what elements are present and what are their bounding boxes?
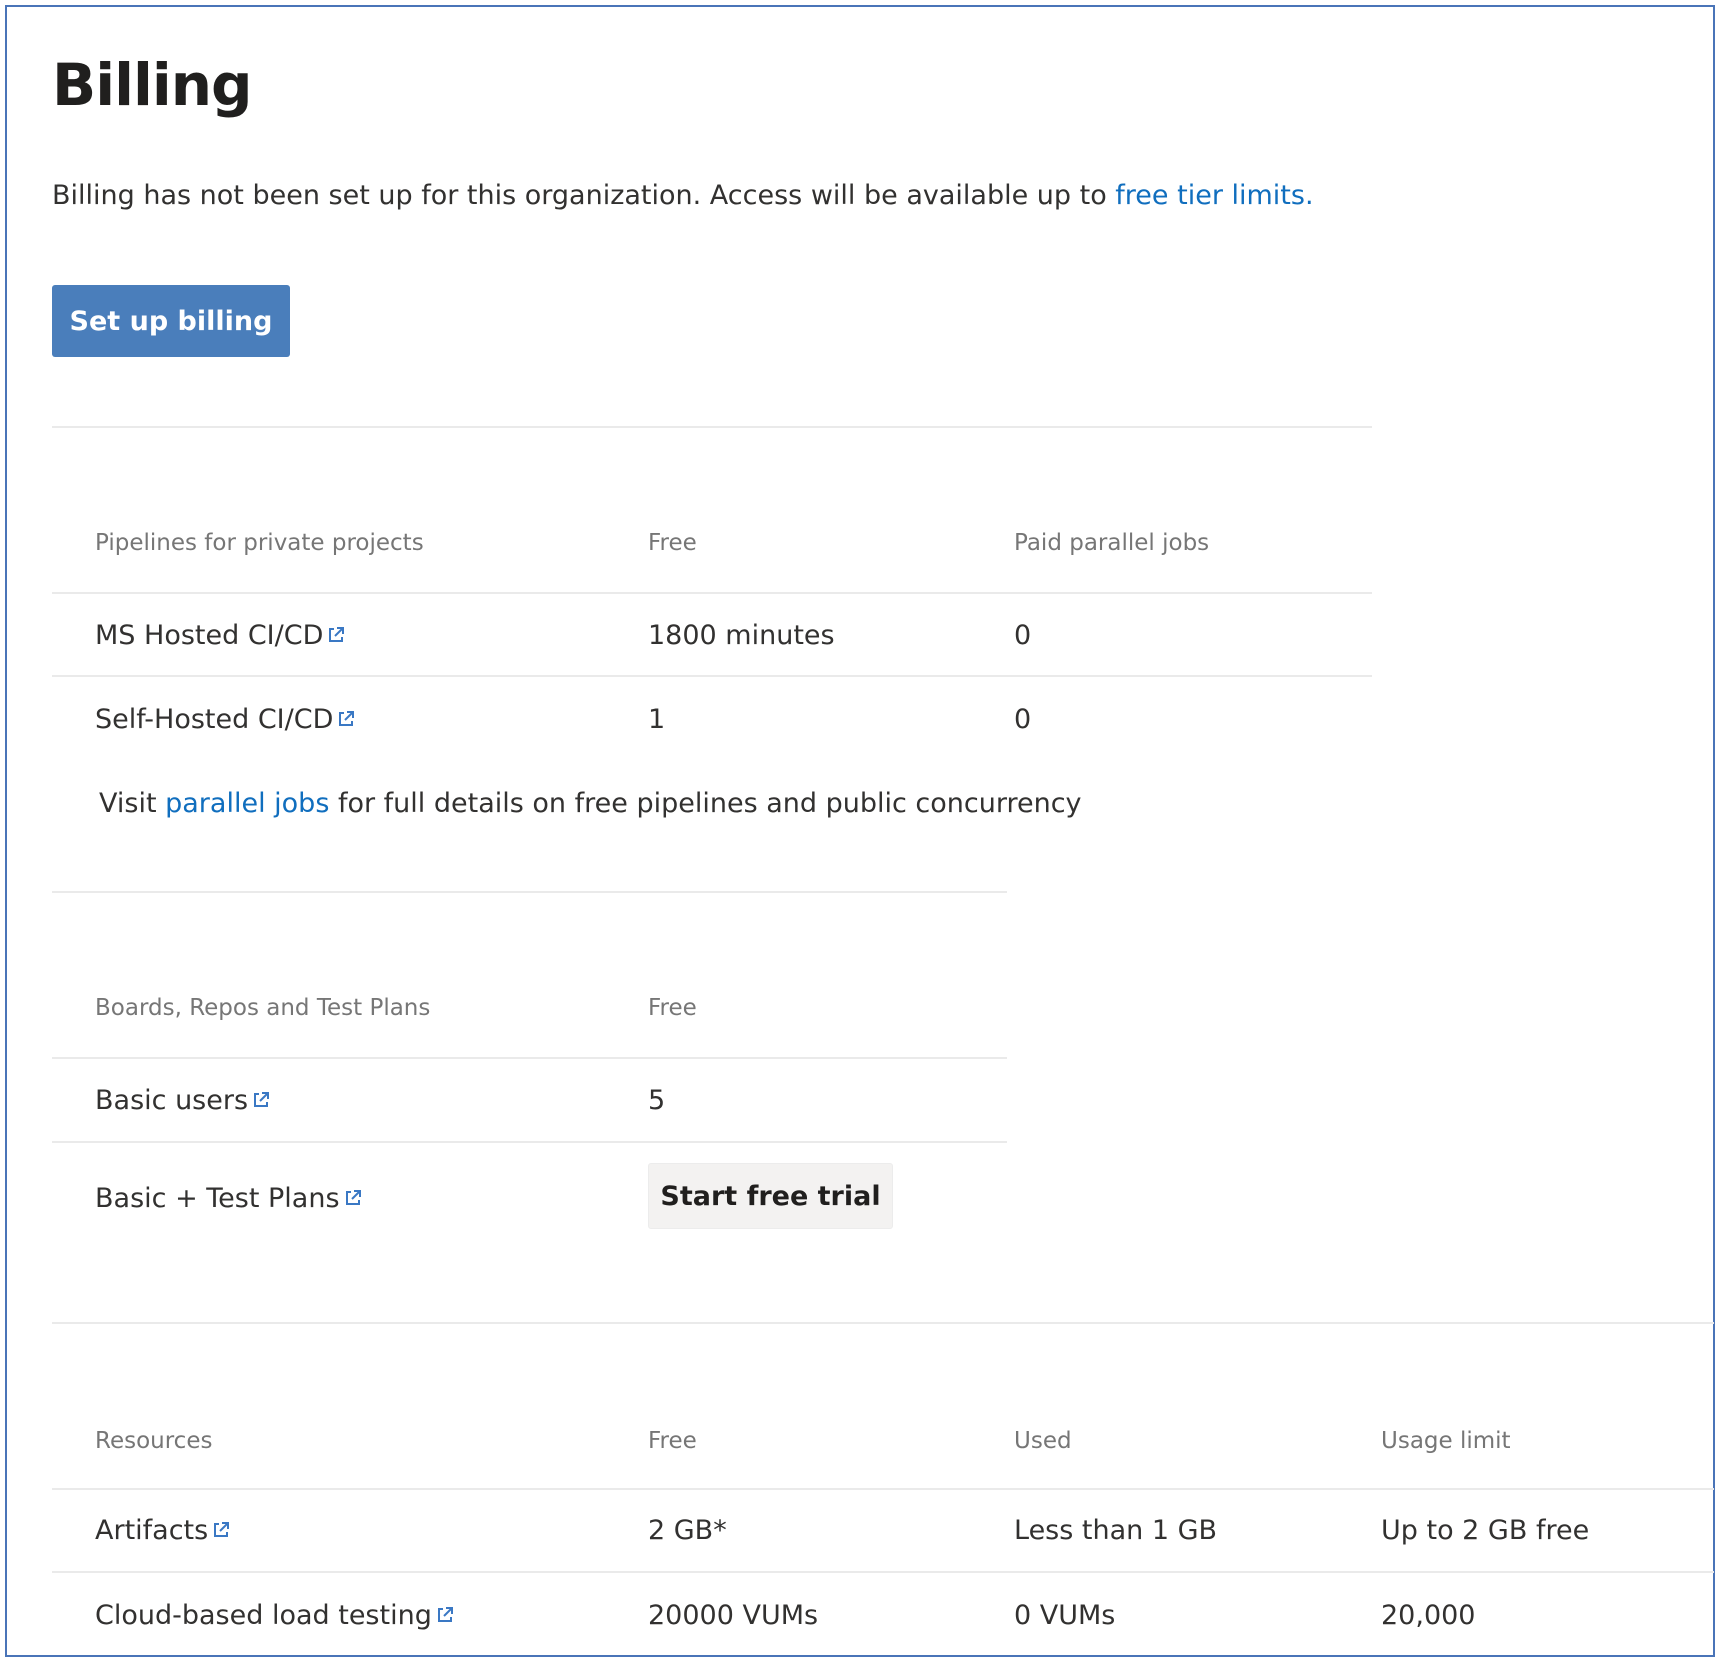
parallel-jobs-link[interactable]: parallel jobs — [165, 788, 329, 819]
page-frame — [5, 5, 1715, 1657]
external-link-icon — [327, 620, 345, 651]
basic-users-link[interactable]: Basic users — [95, 1085, 270, 1116]
artifacts-limit-value: Up to 2 GB free — [1381, 1515, 1590, 1546]
set-up-billing-button[interactable]: Set up billing — [52, 285, 290, 357]
artifacts-link[interactable]: Artifacts — [95, 1515, 230, 1546]
billing-status-text: Billing has not been set up for this org… — [52, 180, 1314, 211]
free-tier-limits-link[interactable]: free tier limits. — [1115, 180, 1313, 211]
table-divider — [52, 1571, 1714, 1573]
self-hosted-free-value: 1 — [648, 704, 666, 735]
table-divider — [52, 1141, 1007, 1143]
self-hosted-paid-value: 0 — [1014, 704, 1032, 735]
resources-header-used: Used — [1014, 1428, 1072, 1454]
row-label: Basic + Test Plans — [95, 1183, 340, 1214]
self-hosted-cicd-link[interactable]: Self-Hosted CI/CD — [95, 704, 355, 735]
start-free-trial-button[interactable]: Start free trial — [648, 1163, 893, 1229]
ms-hosted-free-value: 1800 minutes — [648, 620, 835, 651]
row-label: MS Hosted CI/CD — [95, 620, 324, 651]
boards-header-name: Boards, Repos and Test Plans — [95, 995, 431, 1021]
resources-header-limit: Usage limit — [1381, 1428, 1511, 1454]
row-label: Self-Hosted CI/CD — [95, 704, 334, 735]
billing-status-message: Billing has not been set up for this org… — [52, 180, 1116, 211]
basic-test-plans-link[interactable]: Basic + Test Plans — [95, 1183, 362, 1214]
cloud-load-testing-used-value: 0 VUMs — [1014, 1600, 1116, 1631]
pipelines-header-name: Pipelines for private projects — [95, 530, 424, 556]
page-title: Billing — [52, 51, 253, 119]
cloud-load-testing-free-value: 20000 VUMs — [648, 1600, 819, 1631]
cloud-load-testing-link[interactable]: Cloud-based load testing — [95, 1600, 454, 1631]
ms-hosted-cicd-link[interactable]: MS Hosted CI/CD — [95, 620, 345, 651]
table-divider — [52, 675, 1372, 677]
resources-header-free: Free — [648, 1428, 697, 1454]
row-label: Basic users — [95, 1085, 249, 1116]
row-label: Artifacts — [95, 1515, 209, 1546]
divider — [52, 1322, 1714, 1324]
row-label: Cloud-based load testing — [95, 1600, 432, 1631]
table-divider — [52, 592, 1372, 594]
cloud-load-testing-limit-value: 20,000 — [1381, 1600, 1476, 1631]
ms-hosted-paid-value: 0 — [1014, 620, 1032, 651]
note-prefix: Visit — [99, 788, 166, 819]
pipelines-header-free: Free — [648, 530, 697, 556]
boards-header-free: Free — [648, 995, 697, 1021]
external-link-icon — [252, 1085, 270, 1116]
external-link-icon — [436, 1600, 454, 1631]
external-link-icon — [344, 1183, 362, 1214]
external-link-icon — [337, 704, 355, 735]
basic-users-free-value: 5 — [648, 1085, 666, 1116]
note-suffix: for full details on free pipelines and p… — [329, 788, 1082, 819]
external-link-icon — [212, 1515, 230, 1546]
pipelines-header-paid: Paid parallel jobs — [1014, 530, 1210, 556]
resources-header-name: Resources — [95, 1428, 213, 1454]
table-divider — [52, 1488, 1714, 1490]
parallel-jobs-note: Visit parallel jobs for full details on … — [99, 788, 1082, 819]
divider — [52, 426, 1372, 428]
table-divider — [52, 1057, 1007, 1059]
artifacts-free-value: 2 GB* — [648, 1515, 727, 1546]
artifacts-used-value: Less than 1 GB — [1014, 1515, 1218, 1546]
divider — [52, 891, 1007, 893]
